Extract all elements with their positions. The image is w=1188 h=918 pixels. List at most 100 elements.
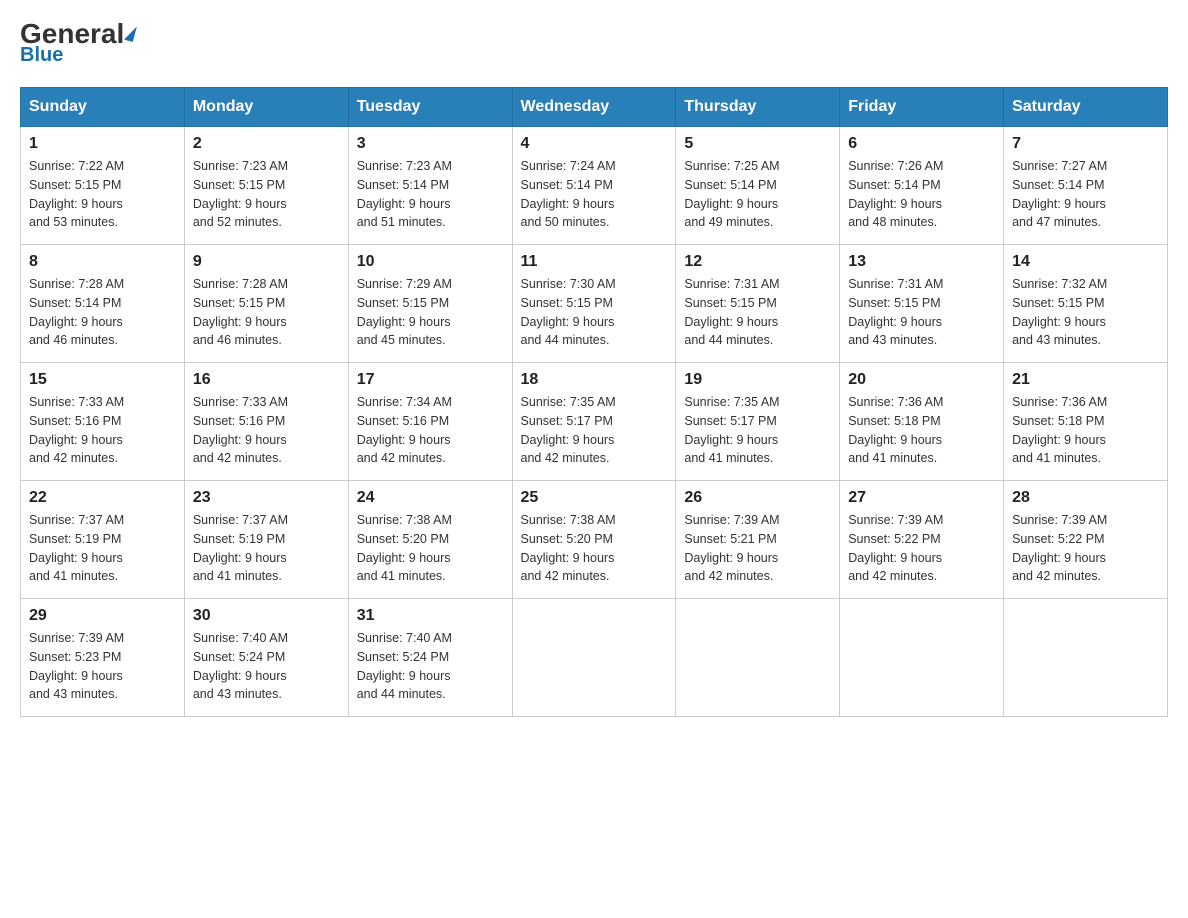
day-number: 5 xyxy=(684,135,831,153)
day-number: 21 xyxy=(1012,371,1159,389)
day-number: 4 xyxy=(521,135,668,153)
calendar-table: SundayMondayTuesdayWednesdayThursdayFrid… xyxy=(20,87,1168,717)
day-info: Sunrise: 7:38 AM Sunset: 5:20 PM Dayligh… xyxy=(357,511,504,586)
calendar-cell: 16 Sunrise: 7:33 AM Sunset: 5:16 PM Dayl… xyxy=(184,363,348,481)
day-number: 11 xyxy=(521,253,668,271)
day-info: Sunrise: 7:28 AM Sunset: 5:14 PM Dayligh… xyxy=(29,275,176,350)
day-info: Sunrise: 7:22 AM Sunset: 5:15 PM Dayligh… xyxy=(29,157,176,232)
day-number: 30 xyxy=(193,607,340,625)
day-number: 20 xyxy=(848,371,995,389)
header-friday: Friday xyxy=(840,88,1004,127)
calendar-week-3: 15 Sunrise: 7:33 AM Sunset: 5:16 PM Dayl… xyxy=(21,363,1168,481)
calendar-cell: 23 Sunrise: 7:37 AM Sunset: 5:19 PM Dayl… xyxy=(184,481,348,599)
day-number: 8 xyxy=(29,253,176,271)
day-info: Sunrise: 7:27 AM Sunset: 5:14 PM Dayligh… xyxy=(1012,157,1159,232)
day-number: 9 xyxy=(193,253,340,271)
calendar-cell: 9 Sunrise: 7:28 AM Sunset: 5:15 PM Dayli… xyxy=(184,245,348,363)
day-info: Sunrise: 7:29 AM Sunset: 5:15 PM Dayligh… xyxy=(357,275,504,350)
day-number: 15 xyxy=(29,371,176,389)
day-number: 26 xyxy=(684,489,831,507)
calendar-cell: 4 Sunrise: 7:24 AM Sunset: 5:14 PM Dayli… xyxy=(512,127,676,245)
day-info: Sunrise: 7:30 AM Sunset: 5:15 PM Dayligh… xyxy=(521,275,668,350)
page-header: General Blue xyxy=(20,20,1168,67)
day-info: Sunrise: 7:34 AM Sunset: 5:16 PM Dayligh… xyxy=(357,393,504,468)
calendar-cell: 27 Sunrise: 7:39 AM Sunset: 5:22 PM Dayl… xyxy=(840,481,1004,599)
day-number: 2 xyxy=(193,135,340,153)
day-info: Sunrise: 7:26 AM Sunset: 5:14 PM Dayligh… xyxy=(848,157,995,232)
day-number: 31 xyxy=(357,607,504,625)
calendar-cell: 8 Sunrise: 7:28 AM Sunset: 5:14 PM Dayli… xyxy=(21,245,185,363)
day-info: Sunrise: 7:23 AM Sunset: 5:15 PM Dayligh… xyxy=(193,157,340,232)
calendar-week-4: 22 Sunrise: 7:37 AM Sunset: 5:19 PM Dayl… xyxy=(21,481,1168,599)
day-info: Sunrise: 7:24 AM Sunset: 5:14 PM Dayligh… xyxy=(521,157,668,232)
day-info: Sunrise: 7:40 AM Sunset: 5:24 PM Dayligh… xyxy=(193,629,340,704)
calendar-cell: 28 Sunrise: 7:39 AM Sunset: 5:22 PM Dayl… xyxy=(1004,481,1168,599)
day-info: Sunrise: 7:37 AM Sunset: 5:19 PM Dayligh… xyxy=(29,511,176,586)
day-info: Sunrise: 7:32 AM Sunset: 5:15 PM Dayligh… xyxy=(1012,275,1159,350)
calendar-cell: 5 Sunrise: 7:25 AM Sunset: 5:14 PM Dayli… xyxy=(676,127,840,245)
calendar-cell: 22 Sunrise: 7:37 AM Sunset: 5:19 PM Dayl… xyxy=(21,481,185,599)
calendar-cell: 17 Sunrise: 7:34 AM Sunset: 5:16 PM Dayl… xyxy=(348,363,512,481)
day-info: Sunrise: 7:39 AM Sunset: 5:22 PM Dayligh… xyxy=(1012,511,1159,586)
calendar-cell: 31 Sunrise: 7:40 AM Sunset: 5:24 PM Dayl… xyxy=(348,599,512,717)
day-number: 3 xyxy=(357,135,504,153)
day-number: 6 xyxy=(848,135,995,153)
day-info: Sunrise: 7:33 AM Sunset: 5:16 PM Dayligh… xyxy=(193,393,340,468)
day-info: Sunrise: 7:39 AM Sunset: 5:23 PM Dayligh… xyxy=(29,629,176,704)
day-number: 14 xyxy=(1012,253,1159,271)
day-info: Sunrise: 7:33 AM Sunset: 5:16 PM Dayligh… xyxy=(29,393,176,468)
calendar-cell: 30 Sunrise: 7:40 AM Sunset: 5:24 PM Dayl… xyxy=(184,599,348,717)
calendar-header-row: SundayMondayTuesdayWednesdayThursdayFrid… xyxy=(21,88,1168,127)
calendar-week-2: 8 Sunrise: 7:28 AM Sunset: 5:14 PM Dayli… xyxy=(21,245,1168,363)
calendar-cell: 18 Sunrise: 7:35 AM Sunset: 5:17 PM Dayl… xyxy=(512,363,676,481)
calendar-cell: 12 Sunrise: 7:31 AM Sunset: 5:15 PM Dayl… xyxy=(676,245,840,363)
calendar-week-1: 1 Sunrise: 7:22 AM Sunset: 5:15 PM Dayli… xyxy=(21,127,1168,245)
day-info: Sunrise: 7:31 AM Sunset: 5:15 PM Dayligh… xyxy=(848,275,995,350)
calendar-cell: 15 Sunrise: 7:33 AM Sunset: 5:16 PM Dayl… xyxy=(21,363,185,481)
day-info: Sunrise: 7:31 AM Sunset: 5:15 PM Dayligh… xyxy=(684,275,831,350)
day-info: Sunrise: 7:23 AM Sunset: 5:14 PM Dayligh… xyxy=(357,157,504,232)
day-info: Sunrise: 7:39 AM Sunset: 5:21 PM Dayligh… xyxy=(684,511,831,586)
day-number: 7 xyxy=(1012,135,1159,153)
calendar-cell: 6 Sunrise: 7:26 AM Sunset: 5:14 PM Dayli… xyxy=(840,127,1004,245)
calendar-cell: 24 Sunrise: 7:38 AM Sunset: 5:20 PM Dayl… xyxy=(348,481,512,599)
header-wednesday: Wednesday xyxy=(512,88,676,127)
day-info: Sunrise: 7:36 AM Sunset: 5:18 PM Dayligh… xyxy=(848,393,995,468)
calendar-cell: 14 Sunrise: 7:32 AM Sunset: 5:15 PM Dayl… xyxy=(1004,245,1168,363)
calendar-cell xyxy=(676,599,840,717)
calendar-cell: 25 Sunrise: 7:38 AM Sunset: 5:20 PM Dayl… xyxy=(512,481,676,599)
day-info: Sunrise: 7:35 AM Sunset: 5:17 PM Dayligh… xyxy=(684,393,831,468)
day-number: 29 xyxy=(29,607,176,625)
logo: General Blue xyxy=(20,20,135,67)
day-number: 10 xyxy=(357,253,504,271)
calendar-cell: 26 Sunrise: 7:39 AM Sunset: 5:21 PM Dayl… xyxy=(676,481,840,599)
calendar-cell: 20 Sunrise: 7:36 AM Sunset: 5:18 PM Dayl… xyxy=(840,363,1004,481)
day-info: Sunrise: 7:39 AM Sunset: 5:22 PM Dayligh… xyxy=(848,511,995,586)
calendar-cell: 3 Sunrise: 7:23 AM Sunset: 5:14 PM Dayli… xyxy=(348,127,512,245)
calendar-cell: 2 Sunrise: 7:23 AM Sunset: 5:15 PM Dayli… xyxy=(184,127,348,245)
header-thursday: Thursday xyxy=(676,88,840,127)
calendar-cell xyxy=(840,599,1004,717)
day-info: Sunrise: 7:37 AM Sunset: 5:19 PM Dayligh… xyxy=(193,511,340,586)
calendar-cell: 13 Sunrise: 7:31 AM Sunset: 5:15 PM Dayl… xyxy=(840,245,1004,363)
calendar-cell: 21 Sunrise: 7:36 AM Sunset: 5:18 PM Dayl… xyxy=(1004,363,1168,481)
day-number: 25 xyxy=(521,489,668,507)
day-number: 19 xyxy=(684,371,831,389)
calendar-cell xyxy=(1004,599,1168,717)
day-number: 24 xyxy=(357,489,504,507)
day-info: Sunrise: 7:36 AM Sunset: 5:18 PM Dayligh… xyxy=(1012,393,1159,468)
calendar-cell: 29 Sunrise: 7:39 AM Sunset: 5:23 PM Dayl… xyxy=(21,599,185,717)
header-monday: Monday xyxy=(184,88,348,127)
day-number: 27 xyxy=(848,489,995,507)
header-sunday: Sunday xyxy=(21,88,185,127)
header-tuesday: Tuesday xyxy=(348,88,512,127)
day-number: 18 xyxy=(521,371,668,389)
calendar-cell: 10 Sunrise: 7:29 AM Sunset: 5:15 PM Dayl… xyxy=(348,245,512,363)
day-number: 16 xyxy=(193,371,340,389)
day-info: Sunrise: 7:25 AM Sunset: 5:14 PM Dayligh… xyxy=(684,157,831,232)
day-info: Sunrise: 7:28 AM Sunset: 5:15 PM Dayligh… xyxy=(193,275,340,350)
day-number: 17 xyxy=(357,371,504,389)
calendar-cell xyxy=(512,599,676,717)
day-number: 1 xyxy=(29,135,176,153)
calendar-cell: 1 Sunrise: 7:22 AM Sunset: 5:15 PM Dayli… xyxy=(21,127,185,245)
